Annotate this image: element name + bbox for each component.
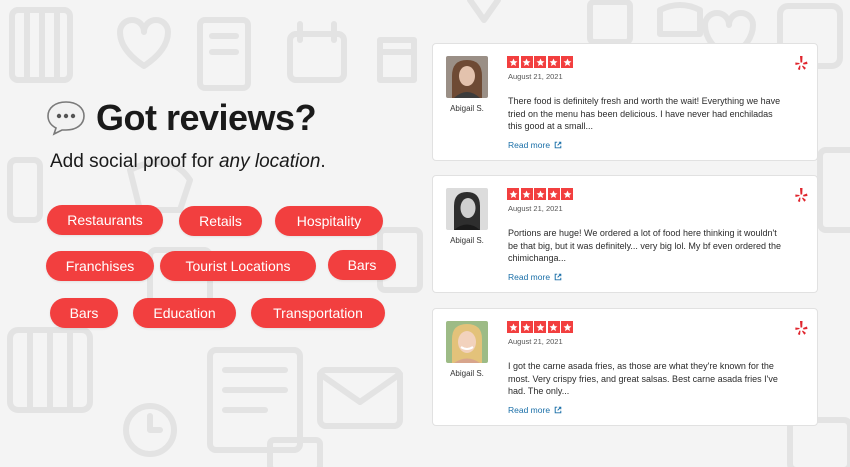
yelp-logo-icon — [795, 188, 808, 202]
star-icon — [520, 188, 533, 200]
avatar — [446, 188, 488, 230]
review-date: August 21, 2021 — [508, 204, 563, 213]
read-more-label[interactable]: Read more — [508, 140, 550, 150]
tag-education[interactable]: Education — [133, 298, 236, 328]
page-subtitle: Add social proof for any location. — [50, 151, 326, 173]
tag-bars[interactable]: Bars — [328, 250, 396, 280]
star-icon — [561, 56, 573, 68]
tag-retails[interactable]: Retails — [179, 206, 262, 236]
external-link-icon — [554, 141, 562, 149]
star-icon — [561, 188, 573, 200]
avatar — [446, 321, 488, 363]
tag-tourist-locations[interactable]: Tourist Locations — [160, 251, 316, 281]
tag-franchises[interactable]: Franchises — [46, 251, 154, 281]
yelp-logo-icon — [795, 321, 808, 335]
star-icon — [534, 56, 546, 68]
page-title: Got reviews? — [96, 97, 317, 138]
reviewer-name: Abigail S. — [450, 236, 484, 245]
star-icon — [520, 321, 533, 333]
speech-bubble-icon — [47, 101, 85, 136]
external-link-icon — [554, 406, 562, 414]
rating-stars — [507, 56, 575, 68]
read-more-label[interactable]: Read more — [508, 405, 550, 415]
review-card: Abigail S. August 21, 2021 There food is… — [432, 43, 818, 161]
rating-stars — [507, 188, 575, 200]
read-more-link[interactable]: Read more — [508, 405, 562, 415]
review-text: Portions are huge! We ordered a lot of f… — [508, 228, 781, 263]
subtitle-prefix: Add social proof for — [50, 151, 219, 172]
star-icon — [507, 188, 519, 200]
reviewer-name: Abigail S. — [450, 104, 484, 113]
yelp-logo-icon — [795, 56, 808, 70]
review-date: August 21, 2021 — [508, 72, 563, 81]
tag-bars[interactable]: Bars — [50, 298, 118, 328]
review-card: Abigail S. August 21, 2021 Portions are … — [432, 175, 818, 293]
headline: Got reviews? — [46, 97, 317, 139]
star-icon — [547, 188, 560, 200]
tag-transportation[interactable]: Transportation — [251, 298, 385, 328]
subtitle-suffix: . — [320, 151, 326, 172]
star-icon — [534, 321, 546, 333]
read-more-link[interactable]: Read more — [508, 272, 562, 282]
star-icon — [507, 321, 519, 333]
star-icon — [547, 56, 560, 68]
tag-restaurants[interactable]: Restaurants — [47, 205, 163, 235]
review-text: There food is definitely fresh and worth… — [508, 96, 781, 131]
avatar — [446, 56, 488, 98]
subtitle-emphasis: any location — [218, 151, 321, 172]
rating-stars — [507, 321, 575, 333]
star-icon — [507, 56, 519, 68]
star-icon — [534, 188, 546, 200]
review-card: Abigail S. August 21, 2021 I got the car… — [432, 308, 818, 426]
star-icon — [547, 321, 560, 333]
external-link-icon — [554, 273, 562, 281]
reviewer-name: Abigail S. — [450, 369, 484, 378]
star-icon — [561, 321, 573, 333]
read-more-link[interactable]: Read more — [508, 140, 562, 150]
tag-hospitality[interactable]: Hospitality — [275, 206, 383, 236]
star-icon — [520, 56, 533, 68]
read-more-label[interactable]: Read more — [508, 272, 550, 282]
review-text: I got the carne asada fries, as those ar… — [508, 361, 778, 396]
review-date: August 21, 2021 — [508, 337, 563, 346]
